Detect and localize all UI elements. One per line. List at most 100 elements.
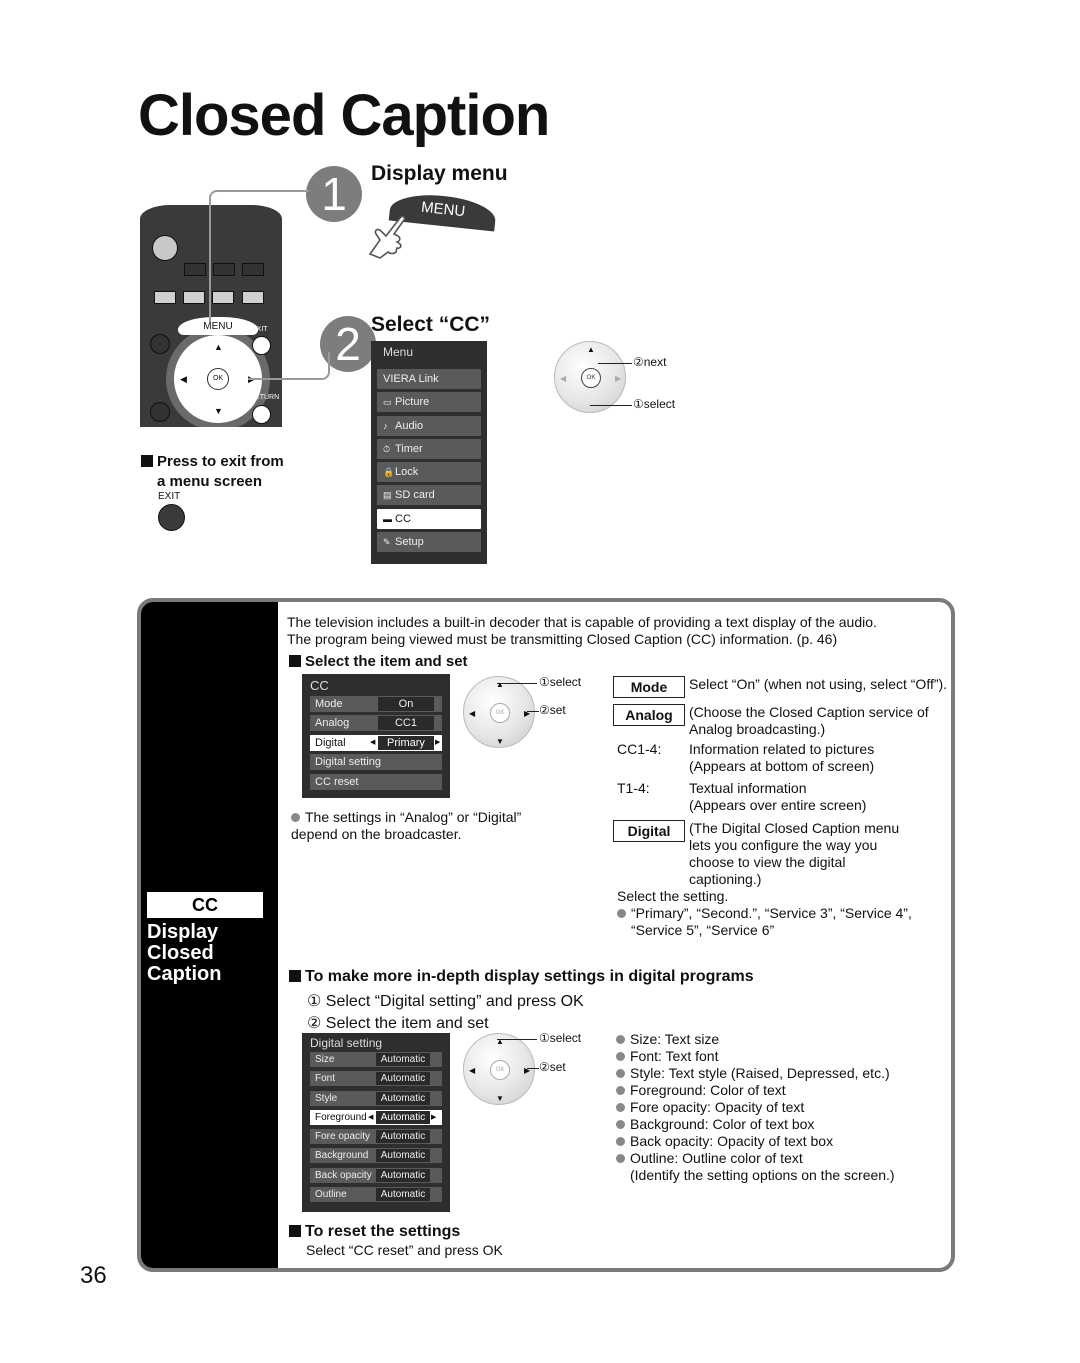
leader-line	[497, 683, 537, 684]
digital-setting-bullets: Size: Text size Font: Text font Style: Tex…	[616, 1031, 895, 1184]
reset-heading-text: To reset the settings	[305, 1223, 461, 1240]
exit-note-line1: Press to exit from	[157, 453, 284, 470]
sidebar-title-line: Caption	[147, 963, 222, 985]
osd-row-analog[interactable]: Analog CC1	[310, 715, 442, 732]
osd-row-value: Automatic	[376, 1130, 430, 1144]
definitions: Mode Select “On” (when not using, select…	[613, 676, 948, 939]
setup-icon: ✎	[383, 537, 391, 548]
osd-row-foreground[interactable]: Foreground Automatic ◀ ▶	[310, 1109, 442, 1125]
left-arrow-icon[interactable]: ◀	[370, 735, 375, 751]
cc14-text: Information related to pictures (Appears…	[689, 741, 948, 775]
select-label: ①select	[539, 675, 582, 689]
exit-key-label: EXIT	[252, 326, 268, 333]
left-arrow-icon[interactable]: ◀	[469, 709, 475, 718]
def-analog: Analog (Choose the Closed Caption servic…	[613, 704, 948, 738]
osd-row-value: Automatic	[376, 1188, 430, 1202]
down-arrow-icon[interactable]: ▼	[496, 1094, 504, 1103]
osd-row-value: Automatic	[376, 1110, 430, 1124]
cc-badge: CC	[147, 892, 263, 918]
side-button[interactable]	[150, 334, 170, 354]
connector-line	[248, 352, 330, 380]
nav-pad[interactable]: ▲ ▼ ◀ ▶ OK	[463, 1033, 535, 1105]
osd-row-size[interactable]: Size Automatic	[310, 1052, 442, 1067]
exit-button[interactable]	[158, 504, 185, 531]
bullet-icon	[616, 1086, 625, 1095]
digital-setting-bullet: Back opacity: Opacity of text box	[616, 1133, 895, 1150]
leader-line	[590, 405, 632, 406]
return-key-label: RETURN	[250, 394, 280, 401]
bullet-icon	[291, 813, 300, 822]
osd-row-fore-opacity[interactable]: Fore opacity Automatic	[310, 1129, 442, 1145]
osd-row-value: CC1	[378, 716, 434, 731]
t14-line: Textual information	[689, 780, 807, 796]
bullet-icon	[616, 1137, 625, 1146]
osd-row-mode[interactable]: Mode On	[310, 696, 442, 712]
osd-row-cc-reset[interactable]: CC reset	[310, 773, 442, 790]
digital-text: (The Digital Closed Caption menu lets yo…	[689, 820, 900, 887]
osd-row-value: Automatic	[376, 1072, 430, 1086]
ok-button[interactable]: OK	[581, 368, 601, 388]
up-arrow-icon[interactable]: ▲	[496, 680, 504, 689]
down-arrow-icon[interactable]: ▼	[496, 737, 504, 746]
tv-menu-item-lock[interactable]: 🔒Lock	[377, 462, 481, 483]
digital-setting-bullet-text: Font: Text font	[630, 1048, 719, 1064]
tv-menu-item-picture[interactable]: ▭ Picture	[377, 392, 481, 413]
page-number: 36	[80, 1262, 107, 1289]
tv-menu-item-timer[interactable]: ⏱ Timer	[377, 438, 481, 459]
osd-row-back-opacity[interactable]: Back opacity Automatic	[310, 1167, 442, 1183]
step-2-heading: Select “CC”	[371, 313, 491, 336]
tv-menu-item-label: Picture	[395, 396, 430, 409]
color-key[interactable]	[184, 263, 206, 276]
osd-row-background[interactable]: Background Automatic	[310, 1148, 442, 1164]
osd-row-value: Automatic	[376, 1149, 430, 1163]
def-cc14: CC1-4: Information related to pictures (…	[613, 741, 948, 775]
nav-pad[interactable]: ▲ ▼ ◀ ▶ OK	[463, 676, 535, 748]
left-arrow-icon[interactable]: ◀	[469, 1066, 475, 1075]
intro-text: The television includes a built-in decod…	[287, 614, 877, 648]
tv-menu-item-cc[interactable]: ▬ CC	[377, 508, 481, 529]
digital-setting-bullet-text: Style: Text style (Raised, Depressed, et…	[630, 1065, 890, 1081]
select-label: ①select	[633, 397, 676, 411]
left-arrow-icon[interactable]: ◀	[560, 374, 566, 383]
osd-row-value: On	[378, 697, 434, 711]
right-arrow-icon[interactable]: ▶	[435, 735, 440, 751]
up-arrow-icon[interactable]: ▲	[214, 343, 223, 352]
tv-menu-item-label: Audio	[395, 419, 424, 432]
tv-menu-item-viera-link[interactable]: VIERA Link	[377, 369, 481, 389]
nav-pad[interactable]: ▲ ◀ ▶ OK	[554, 341, 626, 413]
power-button[interactable]	[152, 235, 178, 261]
t14-term: T1-4:	[617, 780, 650, 796]
return-key[interactable]	[252, 405, 271, 424]
ok-button[interactable]: OK	[207, 368, 229, 390]
picture-icon: ▭	[383, 397, 392, 408]
ok-button[interactable]: OK	[490, 1060, 510, 1080]
osd-row-font[interactable]: Font Automatic	[310, 1071, 442, 1087]
function-key[interactable]	[154, 291, 176, 304]
digital-setting-bullet: Style: Text style (Raised, Depressed, et…	[616, 1065, 895, 1082]
osd-row-style[interactable]: Style Automatic	[310, 1090, 442, 1106]
in-depth-heading-text: To make more in-depth display settings i…	[305, 968, 754, 985]
osd-row-outline[interactable]: Outline Automatic	[310, 1187, 442, 1203]
left-arrow-icon[interactable]: ◀	[368, 1110, 373, 1125]
down-arrow-icon[interactable]: ▼	[214, 407, 223, 416]
osd-row-digital[interactable]: Digital Primary ◀ ▶	[310, 734, 442, 751]
osd-row-digital-setting[interactable]: Digital setting	[310, 754, 442, 771]
ok-button[interactable]: OK	[490, 703, 510, 723]
tv-menu-item-sd-card[interactable]: ▤ SD card	[377, 485, 481, 506]
left-arrow-icon[interactable]: ◀	[180, 375, 187, 384]
broadcaster-note-text: The settings in “Analog” or “Digital” de…	[291, 809, 522, 842]
tv-menu-item-label: CC	[395, 512, 411, 525]
digital-setting-bullet: Outline: Outline color of text	[616, 1150, 895, 1167]
tv-menu-item-audio[interactable]: ♪ Audio	[377, 415, 481, 436]
side-button[interactable]	[150, 402, 170, 422]
bullet-icon	[616, 1052, 625, 1061]
tv-menu-item-label: VIERA Link	[383, 373, 439, 385]
tv-menu-item-setup[interactable]: ✎ Setup	[377, 532, 481, 553]
right-arrow-icon[interactable]: ▶	[431, 1110, 436, 1125]
function-key[interactable]	[183, 291, 205, 304]
exit-button-label: EXIT	[158, 491, 181, 502]
digital-label: Digital	[613, 820, 685, 842]
up-arrow-icon[interactable]: ▲	[587, 345, 595, 354]
right-arrow-icon[interactable]: ▶	[615, 374, 621, 383]
reset-heading: To reset the settings	[289, 1223, 460, 1241]
